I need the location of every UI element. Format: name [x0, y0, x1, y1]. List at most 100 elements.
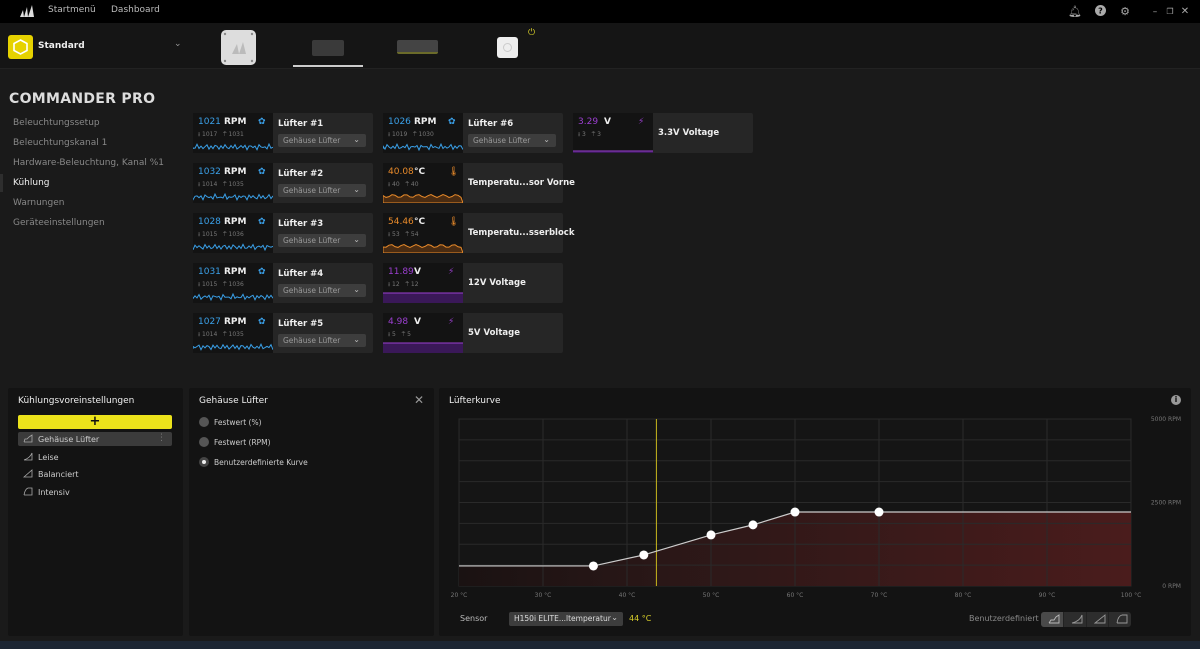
- sidebar-item[interactable]: Geräteeinstellungen: [13, 218, 105, 228]
- svg-text:?: ?: [1098, 7, 1103, 16]
- nav-startmenu[interactable]: Startmenü: [48, 5, 96, 15]
- sidebar-item[interactable]: Warnungen: [13, 198, 64, 208]
- sensor-tile[interactable]: 1032 RPM ⭳ 1014 ⍑ 1035 ✿ Lüfter #2 Gehäuse Lü…: [193, 163, 373, 203]
- sensor-tile[interactable]: 1021 RPM ⭳ 1017 ⍑ 1031 ✿ Lüfter #1 Gehäuse Lü…: [193, 113, 373, 153]
- preset-dropdown[interactable]: Gehäuse Lüfter ⌄: [278, 134, 366, 147]
- sensor-tile[interactable]: 1026 RPM ⭳ 1019 ⍑ 1030 ✿ Lüfter #6 Gehäuse Lü…: [383, 113, 563, 153]
- sensor-value: 1021: [198, 117, 221, 127]
- curve-point[interactable]: [639, 550, 649, 560]
- preset-label: Leise: [38, 452, 59, 462]
- quiet-curve-icon: [1071, 614, 1083, 624]
- sensor-tile[interactable]: 3.29 V ⭳ 3 ⍑ 3 ⚡︎ 3.3V Voltage: [573, 113, 753, 153]
- sparkline: [383, 292, 463, 303]
- x-tick-label: 100 °C: [1121, 592, 1142, 599]
- close-button[interactable]: ✕: [1178, 5, 1192, 19]
- sparkline: [193, 192, 273, 202]
- bell-icon[interactable]: 🔔︎: [1068, 5, 1082, 19]
- device-ram[interactable]: [397, 40, 438, 54]
- preset-item[interactable]: Balanciert: [18, 467, 172, 481]
- close-icon[interactable]: ✕: [414, 393, 424, 407]
- lightning-icon: ⚡︎: [638, 117, 645, 127]
- device-4[interactable]: [497, 37, 518, 58]
- curve-quiet-button[interactable]: [1064, 612, 1087, 627]
- sensor-gauge: 1021 RPM ⭳ 1017 ⍑ 1031 ✿: [193, 113, 273, 153]
- sensor-gauge: 1031 RPM ⭳ 1015 ⍑ 1036 ✿: [193, 263, 273, 303]
- radio-button[interactable]: [199, 457, 209, 467]
- radio-button[interactable]: [199, 417, 209, 427]
- device-commander-pro[interactable]: [312, 40, 344, 56]
- add-preset-button[interactable]: +: [18, 415, 172, 429]
- thermometer-icon: 🌡︎: [448, 167, 460, 177]
- thermometer-icon: 🌡︎: [448, 217, 460, 227]
- mode-radio[interactable]: Festwert (RPM): [199, 437, 271, 447]
- sparkline: [383, 193, 463, 203]
- curve-point[interactable]: [790, 507, 800, 517]
- sensor-tile[interactable]: 1031 RPM ⭳ 1015 ⍑ 1036 ✿ Lüfter #4 Gehäuse Lü…: [193, 263, 373, 303]
- sensor-dropdown[interactable]: H150i ELITE...ltemperatur ⌄: [509, 612, 623, 626]
- sensor-unit: RPM: [414, 117, 437, 127]
- curve-point[interactable]: [748, 520, 758, 530]
- curve-balanced-button[interactable]: [1087, 612, 1110, 627]
- lightning-icon: ⚡︎: [448, 267, 455, 277]
- sparkline: [193, 142, 273, 151]
- corsair-logo-icon: [20, 5, 34, 17]
- preset-item[interactable]: Leise: [18, 450, 172, 464]
- sensor-tile[interactable]: 11.89 V ⭳ 12 ⍑ 12 ⚡︎ 12V Voltage: [383, 263, 563, 303]
- device-cooler[interactable]: [221, 30, 256, 65]
- sensor-label: Sensor: [460, 614, 488, 623]
- sensor-tile[interactable]: 1027 RPM ⭳ 1014 ⍑ 1035 ✿ Lüfter #5 Gehäuse Lü…: [193, 313, 373, 353]
- active-indicator: [0, 174, 3, 192]
- preset-dropdown[interactable]: Gehäuse Lüfter ⌄: [278, 334, 366, 347]
- sidebar-item[interactable]: Beleuchtungskanal 1: [13, 138, 107, 148]
- curve-extreme-button[interactable]: [1109, 612, 1131, 627]
- profile-icon[interactable]: [8, 35, 33, 59]
- preset-item[interactable]: Intensiv: [18, 485, 172, 499]
- minimize-button[interactable]: –: [1148, 5, 1162, 19]
- preset-dropdown[interactable]: Gehäuse Lüfter ⌄: [278, 184, 366, 197]
- more-options-icon[interactable]: ⋮: [157, 433, 166, 443]
- mode-radio[interactable]: Benutzerdefinierte Kurve: [199, 457, 308, 467]
- radio-button[interactable]: [199, 437, 209, 447]
- curve-panel-title: Lüfterkurve: [449, 396, 501, 406]
- sensor-name: 5V Voltage: [468, 328, 520, 338]
- preset-label: Gehäuse Lüfter: [38, 435, 100, 444]
- sensor-gauge: 1026 RPM ⭳ 1019 ⍑ 1030 ✿: [383, 113, 463, 153]
- sensor-tile[interactable]: 4.98 V ⭳ 5 ⍑ 5 ⚡︎ 5V Voltage: [383, 313, 563, 353]
- sensor-tile[interactable]: 40.08 °C ⭳ 40 ⍑ 40 🌡︎ Temperatu...sor Vorne: [383, 163, 575, 203]
- chevron-down-icon[interactable]: ⌄: [174, 39, 182, 49]
- help-icon[interactable]: ?: [1093, 5, 1107, 19]
- curve-point[interactable]: [706, 530, 716, 540]
- fan-curve-chart[interactable]: 20 °C 30 °C 40 °C 50 °C 60 °C 70 °C 80 °C 90 °C…: [440, 410, 1190, 606]
- preset-dropdown[interactable]: Gehäuse Lüfter ⌄: [278, 284, 366, 297]
- sparkline: [193, 243, 273, 252]
- sensor-value: 4.98: [388, 317, 409, 327]
- mode-panel-title: Gehäuse Lüfter: [199, 396, 268, 406]
- sidebar-item[interactable]: Kühlung: [13, 178, 49, 188]
- settings-icon[interactable]: ⚙: [1118, 5, 1132, 19]
- nav-dashboard[interactable]: Dashboard: [111, 5, 160, 15]
- restore-button[interactable]: ❐: [1163, 5, 1177, 19]
- x-tick-label: 70 °C: [871, 592, 888, 599]
- curve-point[interactable]: [874, 507, 884, 517]
- chevron-down-icon: ⌄: [353, 335, 360, 344]
- profile-name[interactable]: Standard: [38, 41, 85, 51]
- info-icon[interactable]: i: [1171, 395, 1181, 405]
- fan-name: Lüfter #4: [278, 269, 324, 279]
- fan-mode-panel: Gehäuse Lüfter ✕ Festwert (%) Festwert (R…: [189, 388, 434, 636]
- sensor-gauge: 1032 RPM ⭳ 1014 ⍑ 1035 ✿: [193, 163, 273, 203]
- chevron-down-icon: ⌄: [611, 613, 618, 622]
- sidebar-item[interactable]: Hardware-Beleuchtung, Kanal %1: [13, 158, 164, 168]
- preset-dropdown[interactable]: Gehäuse Lüfter ⌄: [278, 234, 366, 247]
- taskbar: [0, 641, 1200, 649]
- curve-custom-button[interactable]: [1041, 612, 1064, 627]
- sensor-gauge: 3.29 V ⭳ 3 ⍑ 3 ⚡︎: [573, 113, 653, 153]
- sensor-tile[interactable]: 54.46 °C ⭳ 53 ⍑ 54 🌡︎ Temperatu...sserblock: [383, 213, 574, 253]
- curve-point[interactable]: [588, 561, 598, 571]
- mode-radio[interactable]: Festwert (%): [199, 417, 262, 427]
- sidebar-item[interactable]: Beleuchtungssetup: [13, 118, 100, 128]
- preset-dropdown[interactable]: Gehäuse Lüfter ⌄: [468, 134, 556, 147]
- sensor-tile[interactable]: 1028 RPM ⭳ 1015 ⍑ 1036 ✿ Lüfter #3 Gehäuse Lü…: [193, 213, 373, 253]
- fan-gear-icon: ✿: [258, 217, 266, 227]
- x-tick-label: 20 °C: [451, 592, 468, 599]
- preset-item[interactable]: Gehäuse Lüfter ⋮: [18, 432, 172, 446]
